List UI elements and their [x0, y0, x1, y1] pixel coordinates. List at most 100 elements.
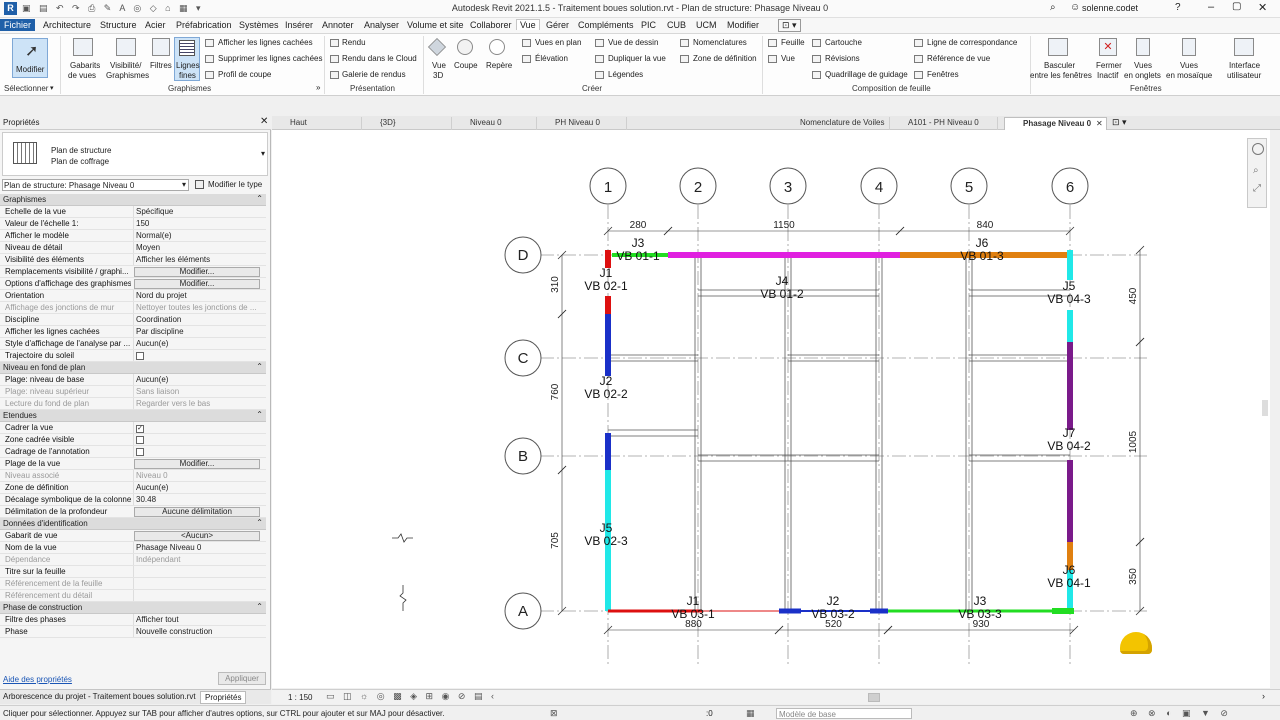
collapse-icon[interactable]: ⌃	[256, 410, 263, 419]
property-checkbox[interactable]	[136, 436, 144, 444]
menu-inserer[interactable]: Insérer	[285, 20, 313, 30]
matchline-button[interactable]: Ligne de correspondance	[927, 38, 1017, 47]
viewports-button[interactable]: Fenêtres	[927, 70, 959, 79]
binoculars-icon[interactable]: ⌕	[1050, 2, 1056, 13]
collapse-icon[interactable]: ⌃	[256, 518, 263, 527]
steering-wheel-icon[interactable]	[1252, 143, 1264, 155]
switch-windows-icon[interactable]	[1048, 38, 1068, 56]
property-section[interactable]: Niveau en fond de plan ⌃	[0, 362, 266, 374]
apply-button[interactable]: Appliquer	[218, 672, 266, 685]
property-row[interactable]: Niveau associé Niveau 0	[0, 470, 266, 482]
drawing-canvas[interactable]: 1 2 3 4 5 6 D C B A 280 1150 840 880 520 930 310 760 705 45…	[272, 130, 1270, 688]
property-row[interactable]: Echelle de la vue Spécifique	[0, 206, 266, 218]
break-line-mark[interactable]	[399, 585, 407, 611]
property-row[interactable]: Niveau de détail Moyen	[0, 242, 266, 254]
contextual-tab-toggle[interactable]: ⊡ ▾	[778, 19, 801, 32]
property-row[interactable]: Délimitation de la profondeur Aucune déli…	[0, 506, 266, 518]
cloud-render-button[interactable]: Rendu dans le Cloud	[342, 54, 417, 63]
view-scale[interactable]: 1 : 150	[288, 693, 312, 702]
minimize-button[interactable]: –	[1208, 1, 1214, 13]
property-row[interactable]: Titre sur la feuille	[0, 566, 266, 578]
3d-view-icon[interactable]	[427, 37, 447, 57]
dialog-launcher-icon[interactable]: »	[316, 83, 320, 92]
close-inactive-label[interactable]: Fermer	[1096, 61, 1122, 70]
menu-modifier[interactable]: Modifier	[727, 20, 759, 30]
filters-icon[interactable]	[152, 38, 170, 56]
property-value[interactable]: Moyen	[133, 242, 261, 253]
group-selectionner[interactable]: Sélectionner	[4, 84, 48, 93]
property-row[interactable]: Remplacements visibilité / graphi... Modi…	[0, 266, 266, 278]
property-button[interactable]: Modifier...	[134, 279, 260, 289]
property-value[interactable]	[133, 590, 261, 601]
property-row[interactable]: Cadrer la vue ✓	[0, 422, 266, 434]
property-value[interactable]: Coordination	[133, 314, 261, 325]
legends-button[interactable]: Légendes	[608, 70, 643, 79]
tab-project-browser[interactable]: Arborescence du projet - Traitement boue…	[3, 692, 196, 701]
user-interface-icon[interactable]	[1234, 38, 1254, 56]
render-button[interactable]: Rendu	[342, 38, 366, 47]
tab-phasage-niveau-0[interactable]: Phasage Niveau 0 ✕	[1004, 117, 1107, 130]
menu-systemes[interactable]: Systèmes	[239, 20, 279, 30]
property-checkbox[interactable]	[136, 352, 144, 360]
property-row[interactable]: Gabarit de vue <Aucun>	[0, 530, 266, 542]
property-value[interactable]: Indépendant	[133, 554, 261, 565]
property-value[interactable]: Normal(e)	[133, 230, 261, 241]
tab-a101[interactable]: A101 - PH Niveau 0	[890, 117, 998, 130]
property-value[interactable]: Nettoyer toutes les jonctions de ...	[133, 302, 261, 313]
sheet-button[interactable]: Feuille	[781, 38, 805, 47]
property-value[interactable]: Par discipline	[133, 326, 261, 337]
property-row[interactable]: Référencement du détail	[0, 590, 266, 602]
guide-grid-button[interactable]: Quadrillage de guidage	[825, 70, 908, 79]
duplicate-view-button[interactable]: Dupliquer la vue	[608, 54, 666, 63]
property-row[interactable]: Afficher le modèle Normal(e)	[0, 230, 266, 242]
property-row[interactable]: Trajectoire du soleil	[0, 350, 266, 362]
property-value[interactable]: Aucun(e)	[133, 482, 261, 493]
property-button[interactable]: <Aucun>	[134, 531, 260, 541]
collapse-icon[interactable]: ⌃	[256, 602, 263, 611]
property-row[interactable]: Style d'affichage de l'analyse par ... Au…	[0, 338, 266, 350]
callout-icon[interactable]	[489, 39, 505, 55]
property-row[interactable]: Zone de définition Aucun(e)	[0, 482, 266, 494]
maximize-button[interactable]: ▢	[1232, 1, 1241, 12]
property-row[interactable]: Visibilité des éléments Afficher les élém…	[0, 254, 266, 266]
property-row[interactable]: Plage de la vue Modifier...	[0, 458, 266, 470]
tab-haut[interactable]: Haut	[272, 117, 362, 130]
tab-nomenclature-voiles[interactable]: Nomenclature de Voiles	[782, 117, 890, 130]
property-row[interactable]: Discipline Coordination	[0, 314, 266, 326]
tab-views-icon[interactable]	[1136, 38, 1150, 56]
menu-ucm[interactable]: UCM	[696, 20, 717, 30]
property-section[interactable]: Phase de construction ⌃	[0, 602, 266, 614]
view-templates-label[interactable]: Gabarits	[70, 61, 100, 70]
elevation-button[interactable]: Élévation	[535, 54, 568, 63]
revisions-button[interactable]: Révisions	[825, 54, 860, 63]
tab-properties[interactable]: Propriétés	[200, 691, 247, 704]
design-option-icon[interactable]: ▦	[746, 708, 755, 719]
thin-lines-button[interactable]: Lignes fines	[174, 37, 200, 81]
property-checkbox[interactable]	[136, 448, 144, 456]
3d-view-label[interactable]: Vue	[432, 61, 446, 70]
property-value[interactable]: Sans liaison	[133, 386, 261, 397]
menu-collaborer[interactable]: Collaborer	[470, 20, 512, 30]
close-button[interactable]: ✕	[1258, 1, 1267, 14]
property-row[interactable]: Dépendance Indépendant	[0, 554, 266, 566]
menu-structure[interactable]: Structure	[100, 20, 137, 30]
property-row[interactable]: Valeur de l'échelle 1: 150	[0, 218, 266, 230]
tab-ph-niveau-0[interactable]: PH Niveau 0	[537, 117, 627, 130]
property-row[interactable]: Filtre des phases Afficher tout	[0, 614, 266, 626]
menu-cub[interactable]: CUB	[667, 20, 686, 30]
property-value[interactable]: 150	[133, 218, 261, 229]
property-row[interactable]: Zone cadrée visible	[0, 434, 266, 446]
property-row[interactable]: Nom de la vue Phasage Niveau 0	[0, 542, 266, 554]
chevron-down-icon[interactable]: ▾	[261, 149, 265, 158]
property-value[interactable]: Nord du projet	[133, 290, 261, 301]
structural-plan[interactable]: 1 2 3 4 5 6DCBA280 1150 840880 520 93031076070545…	[272, 130, 1270, 688]
scroll-thumb[interactable]	[868, 693, 880, 702]
menu-complements[interactable]: Compléments	[578, 20, 634, 30]
menu-volume-et-site[interactable]: Volume et site	[407, 20, 464, 30]
property-checkbox[interactable]: ✓	[136, 425, 144, 433]
property-button[interactable]: Modifier...	[134, 267, 260, 277]
collapse-icon[interactable]: ⌃	[256, 362, 263, 371]
callout-label[interactable]: Repère	[486, 61, 512, 70]
menu-pic[interactable]: PIC	[641, 20, 656, 30]
chevron-down-icon[interactable]: ▾	[50, 84, 54, 92]
